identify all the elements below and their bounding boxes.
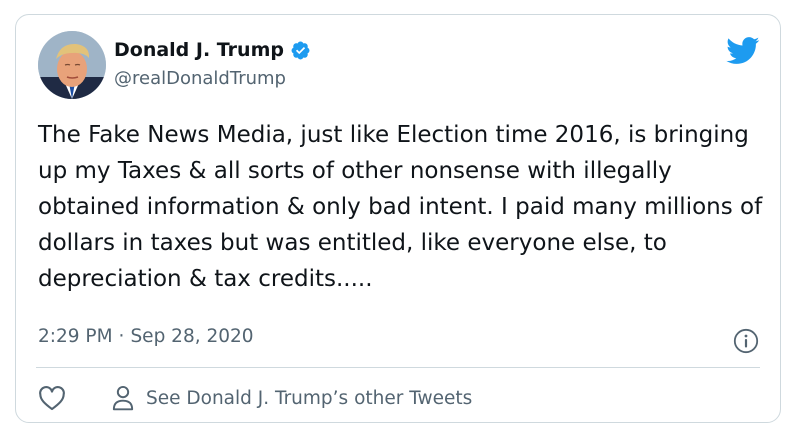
avatar-image xyxy=(38,31,106,99)
verified-badge-icon xyxy=(291,41,310,59)
author-display-name[interactable]: Donald J. Trump xyxy=(114,39,284,61)
timestamp-separator: · xyxy=(118,326,125,347)
tweet-time[interactable]: 2:29 PM xyxy=(38,326,113,347)
author-name-row[interactable]: Donald J. Trump xyxy=(114,39,311,61)
tweet-date[interactable]: Sep 28, 2020 xyxy=(130,326,253,347)
tweet-timestamp[interactable]: 2:29 PM · Sep 28, 2020 xyxy=(38,326,254,347)
see-other-tweets-link[interactable]: See Donald J. Trump’s other Tweets xyxy=(110,384,472,412)
divider xyxy=(36,367,760,368)
avatar[interactable] xyxy=(38,31,106,99)
person-icon xyxy=(112,385,134,411)
tweet-card[interactable]: Donald J. Trump @realDonaldTrump The Fak… xyxy=(15,14,781,423)
author-handle[interactable]: @realDonaldTrump xyxy=(114,68,286,89)
see-other-tweets-label[interactable]: See Donald J. Trump’s other Tweets xyxy=(146,388,472,409)
tweet-text: The Fake News Media, just like Election … xyxy=(38,122,763,292)
twitter-bird-icon[interactable] xyxy=(726,37,760,65)
info-icon[interactable] xyxy=(733,328,759,354)
tweet-actions: See Donald J. Trump’s other Tweets xyxy=(38,383,472,413)
heart-icon[interactable] xyxy=(38,385,66,411)
